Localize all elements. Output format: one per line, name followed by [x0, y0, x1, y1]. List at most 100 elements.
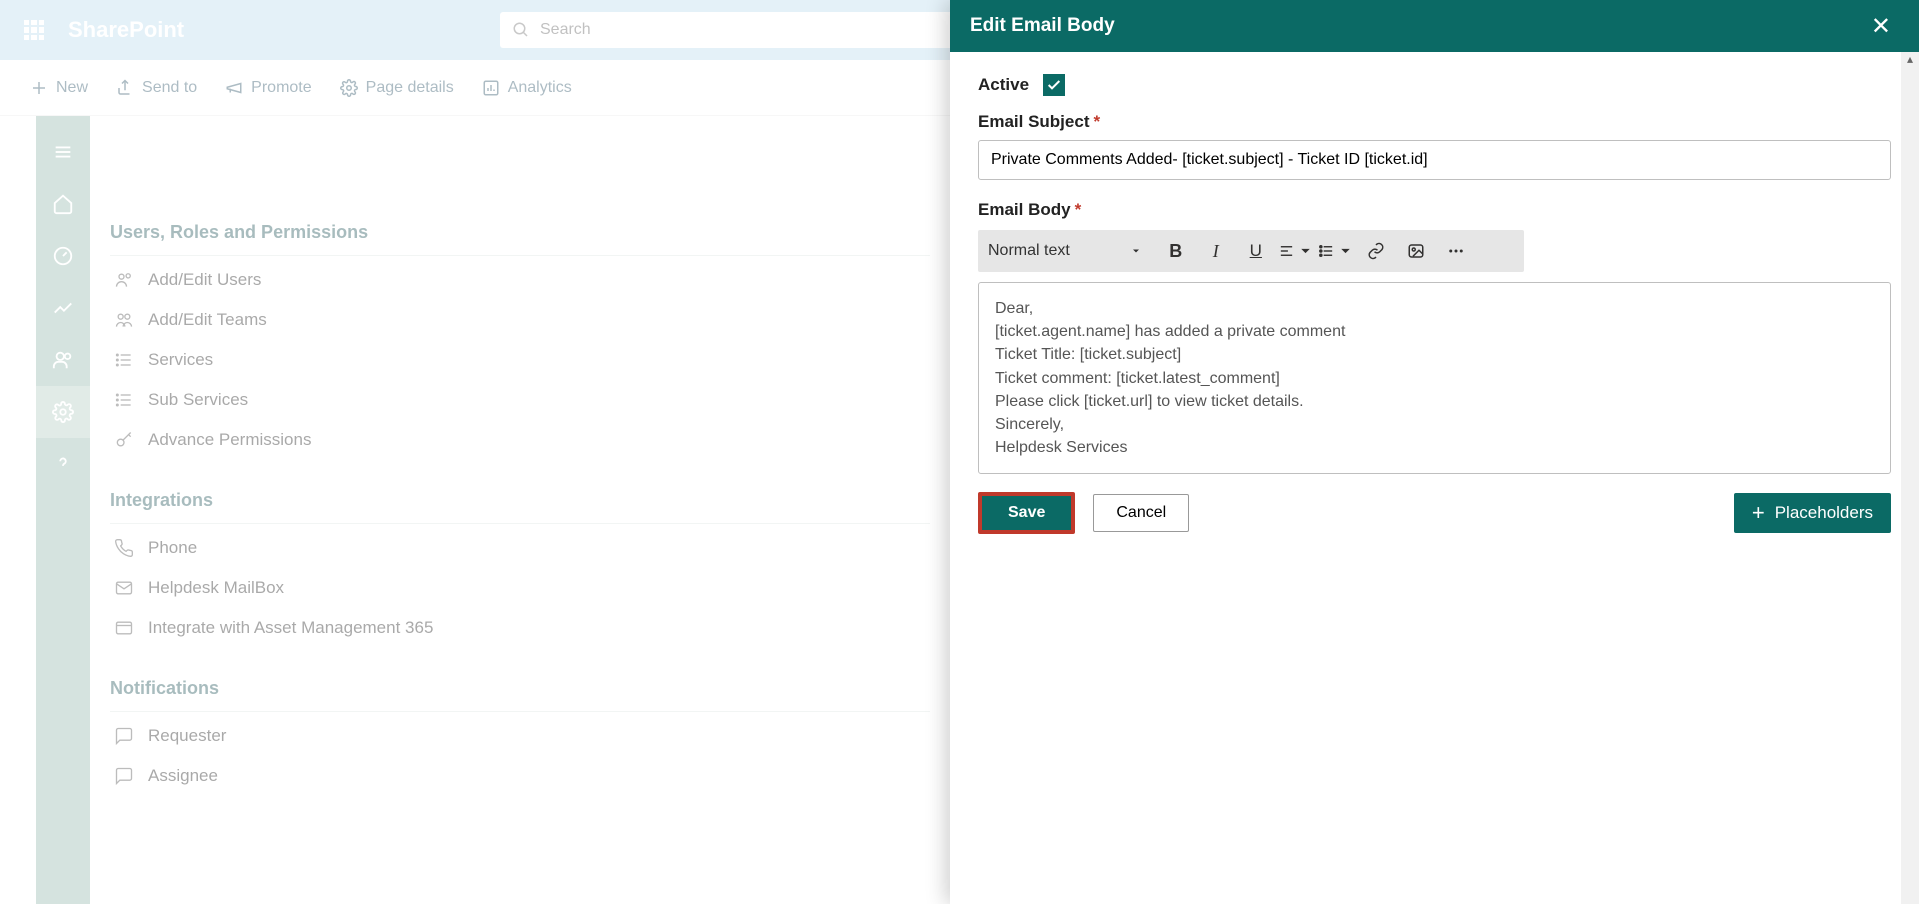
left-rail: [36, 116, 90, 904]
analytics-icon: [482, 79, 500, 97]
rte-link[interactable]: [1358, 235, 1394, 267]
rail-reports[interactable]: [36, 282, 90, 334]
link-icon: [114, 618, 134, 638]
nav-sub-services[interactable]: Sub Services: [110, 380, 930, 420]
nav-item-label: Sub Services: [148, 390, 248, 410]
gear-icon: [52, 401, 74, 423]
team-icon: [114, 310, 134, 330]
mail-icon: [114, 578, 134, 598]
app-launcher-icon[interactable]: [10, 6, 58, 54]
section-users-title: Users, Roles and Permissions: [110, 222, 930, 256]
share-icon: [116, 79, 134, 97]
cmd-analytics-label: Analytics: [508, 79, 572, 97]
body-label: Email Body*: [978, 200, 1891, 220]
more-icon: [1447, 242, 1465, 260]
section-integrations-title: Integrations: [110, 490, 930, 524]
rte-image[interactable]: [1398, 235, 1434, 267]
users-icon: [52, 349, 74, 371]
hamburger-icon: [52, 141, 74, 163]
active-checkbox[interactable]: [1043, 74, 1065, 96]
email-subject-input[interactable]: [978, 140, 1891, 180]
email-body-editor[interactable]: Dear, [ticket.agent.name] has added a pr…: [978, 282, 1891, 474]
sharepoint-title: SharePoint: [68, 17, 184, 43]
panel-header: Edit Email Body ✕: [950, 0, 1919, 52]
search-icon: [512, 21, 530, 39]
rail-settings[interactable]: [36, 386, 90, 438]
rail-help[interactable]: [36, 438, 90, 490]
comment-icon: [114, 726, 134, 746]
rail-home[interactable]: [36, 178, 90, 230]
cmd-page-details-label: Page details: [366, 79, 454, 97]
cmd-new-label: New: [56, 79, 88, 97]
placeholders-label: Placeholders: [1775, 503, 1873, 523]
nav-integrate-asset-mgmt[interactable]: Integrate with Asset Management 365: [110, 608, 930, 648]
nav-add-edit-teams[interactable]: Add/Edit Teams: [110, 300, 930, 340]
nav-services[interactable]: Services: [110, 340, 930, 380]
subject-label: Email Subject*: [978, 112, 1891, 132]
check-icon: [1046, 77, 1062, 93]
nav-item-label: Helpdesk MailBox: [148, 578, 284, 598]
section-notifications-title: Notifications: [110, 678, 930, 712]
list-icon: [1318, 242, 1335, 260]
link-icon: [1367, 242, 1385, 260]
plus-icon: [30, 79, 48, 97]
close-icon[interactable]: ✕: [1863, 8, 1899, 45]
rte-more[interactable]: [1438, 235, 1474, 267]
placeholders-button[interactable]: + Placeholders: [1734, 493, 1891, 533]
rte-list[interactable]: [1318, 235, 1354, 267]
nav-item-label: Assignee: [148, 766, 218, 786]
rail-dashboard[interactable]: [36, 230, 90, 282]
panel-scrollbar[interactable]: ▴: [1901, 52, 1919, 904]
save-button[interactable]: Save: [978, 492, 1075, 534]
phone-icon: [114, 538, 134, 558]
cmd-promote-label: Promote: [251, 79, 311, 97]
nav-assignee[interactable]: Assignee: [110, 756, 930, 796]
rte-align[interactable]: [1278, 235, 1314, 267]
cmd-send-to-label: Send to: [142, 79, 197, 97]
megaphone-icon: [225, 79, 243, 97]
align-icon: [1278, 242, 1295, 260]
rte-underline[interactable]: U: [1238, 235, 1274, 267]
rte-italic[interactable]: I: [1198, 235, 1234, 267]
rail-menu[interactable]: [36, 126, 90, 178]
rte-format-label: Normal text: [988, 242, 1070, 260]
nav-item-label: Services: [148, 350, 213, 370]
list-icon: [114, 390, 134, 410]
help-icon: [52, 453, 74, 475]
rte-toolbar: Normal text B I U: [978, 230, 1524, 272]
nav-helpdesk-mailbox[interactable]: Helpdesk MailBox: [110, 568, 930, 608]
cmd-promote[interactable]: Promote: [225, 79, 311, 97]
nav-add-edit-users[interactable]: Add/Edit Users: [110, 260, 930, 300]
plus-icon: +: [1752, 500, 1765, 526]
edit-email-panel: Edit Email Body ✕ Active Email Subject* …: [950, 0, 1919, 904]
users-icon: [114, 270, 134, 290]
chart-icon: [52, 297, 74, 319]
nav-item-label: Add/Edit Teams: [148, 310, 267, 330]
rail-users[interactable]: [36, 334, 90, 386]
cmd-page-details[interactable]: Page details: [340, 79, 454, 97]
cancel-button[interactable]: Cancel: [1093, 494, 1189, 532]
gauge-icon: [52, 245, 74, 267]
rte-bold[interactable]: B: [1158, 235, 1194, 267]
nav-item-label: Requester: [148, 726, 226, 746]
cmd-new[interactable]: New: [30, 79, 88, 97]
list-icon: [114, 350, 134, 370]
active-label: Active: [978, 75, 1029, 95]
cmd-analytics[interactable]: Analytics: [482, 79, 572, 97]
scroll-up-arrow[interactable]: ▴: [1901, 52, 1919, 66]
rte-format-dropdown[interactable]: Normal text: [988, 242, 1154, 260]
nav-item-label: Integrate with Asset Management 365: [148, 618, 433, 638]
cmd-send-to[interactable]: Send to: [116, 79, 197, 97]
nav-phone[interactable]: Phone: [110, 528, 930, 568]
chevron-down-icon: [1297, 242, 1314, 260]
panel-title: Edit Email Body: [970, 15, 1115, 37]
nav-item-label: Add/Edit Users: [148, 270, 261, 290]
nav-item-label: Advance Permissions: [148, 430, 311, 450]
nav-advance-permissions[interactable]: Advance Permissions: [110, 420, 930, 460]
nav-item-label: Phone: [148, 538, 197, 558]
image-icon: [1407, 242, 1425, 260]
chevron-down-icon: [1337, 242, 1354, 260]
gear-icon: [340, 79, 358, 97]
nav-requester[interactable]: Requester: [110, 716, 930, 756]
comment-icon: [114, 766, 134, 786]
